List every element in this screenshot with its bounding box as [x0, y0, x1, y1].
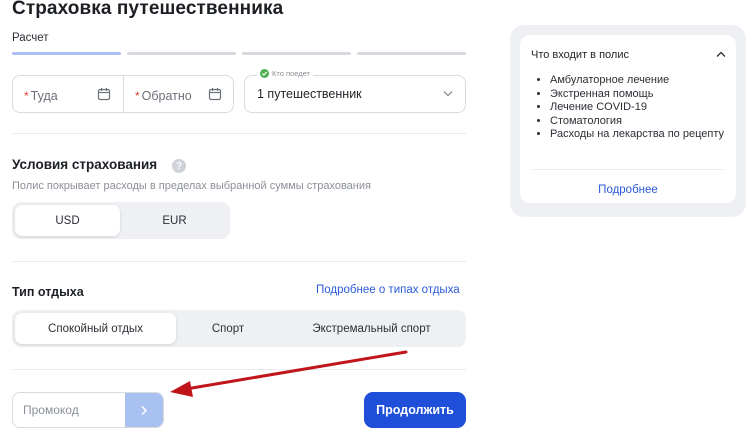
promo-submit-button[interactable]: [125, 393, 163, 427]
step-indicator-4: [357, 52, 466, 55]
promo-field: [12, 392, 164, 428]
travelers-value: 1 путешественник: [257, 87, 362, 101]
chevron-right-icon: [141, 405, 148, 415]
date-from-field[interactable]: * Туда: [13, 76, 123, 112]
divider: [12, 261, 466, 262]
step-progress: [12, 52, 466, 55]
step-label: Расчет: [12, 32, 49, 44]
vacation-option-extreme[interactable]: Экстремальный спорт: [280, 313, 463, 344]
policy-title: Что входит в полис: [531, 49, 629, 61]
date-to-label-wrap: * Обратно: [135, 87, 192, 105]
help-icon[interactable]: ?: [172, 159, 186, 173]
continue-button[interactable]: Продолжить: [364, 392, 466, 428]
step-indicator-2: [127, 52, 236, 55]
policy-card: Что входит в полис Амбулаторное лечение …: [520, 35, 736, 203]
required-mark: *: [135, 89, 140, 103]
date-range-field: * Туда * Обратно: [12, 75, 234, 113]
travelers-caption-wrap: Кто поедет: [257, 69, 313, 78]
check-circle-icon: [260, 69, 269, 78]
date-from-label-wrap: * Туда: [24, 87, 58, 105]
date-from-label: Туда: [30, 89, 58, 103]
policy-item: Амбулаторное лечение: [550, 74, 725, 88]
calendar-icon[interactable]: [208, 87, 222, 101]
policy-item: Лечение COVID-19: [550, 101, 725, 115]
vacation-types-link[interactable]: Подробнее о типах отдыха: [316, 284, 460, 296]
vacation-type-toggle: Спокойный отдых Спорт Экстремальный спор…: [12, 310, 466, 347]
policy-panel: Что входит в полис Амбулаторное лечение …: [510, 25, 746, 217]
divider: [12, 369, 466, 370]
currency-option-usd[interactable]: USD: [15, 205, 120, 236]
currency-option-eur[interactable]: EUR: [122, 205, 227, 236]
chevron-up-icon[interactable]: [716, 51, 726, 58]
step-indicator-1: [12, 52, 121, 55]
step-indicator-3: [242, 52, 351, 55]
chevron-down-icon: [443, 91, 453, 97]
calendar-icon[interactable]: [97, 87, 111, 101]
divider: [12, 133, 466, 134]
travelers-select[interactable]: Кто поедет 1 путешественник: [244, 69, 466, 113]
vacation-option-calm[interactable]: Спокойный отдых: [15, 313, 176, 344]
policy-item: Экстренная помощь: [550, 88, 725, 102]
page-title: Страховка путешественника: [12, 0, 284, 19]
policy-item: Стоматология: [550, 115, 725, 129]
date-to-label: Обратно: [141, 89, 192, 103]
vacation-type-title: Тип отдыха: [12, 285, 84, 299]
required-mark: *: [24, 89, 29, 103]
vacation-option-sport[interactable]: Спорт: [178, 313, 278, 344]
policy-item: Расходы на лекарства по рецепту: [550, 128, 725, 142]
currency-toggle: USD EUR: [12, 202, 230, 239]
divider: [532, 169, 724, 170]
date-to-field[interactable]: * Обратно: [124, 76, 234, 112]
policy-more-link[interactable]: Подробнее: [520, 184, 736, 196]
promo-input[interactable]: [23, 393, 123, 427]
policy-items: Амбулаторное лечение Экстренная помощь Л…: [550, 74, 725, 142]
travelers-caption: Кто поедет: [272, 69, 310, 78]
conditions-title: Условия страхования: [12, 157, 158, 172]
conditions-description: Полис покрывает расходы в пределах выбра…: [12, 180, 371, 192]
